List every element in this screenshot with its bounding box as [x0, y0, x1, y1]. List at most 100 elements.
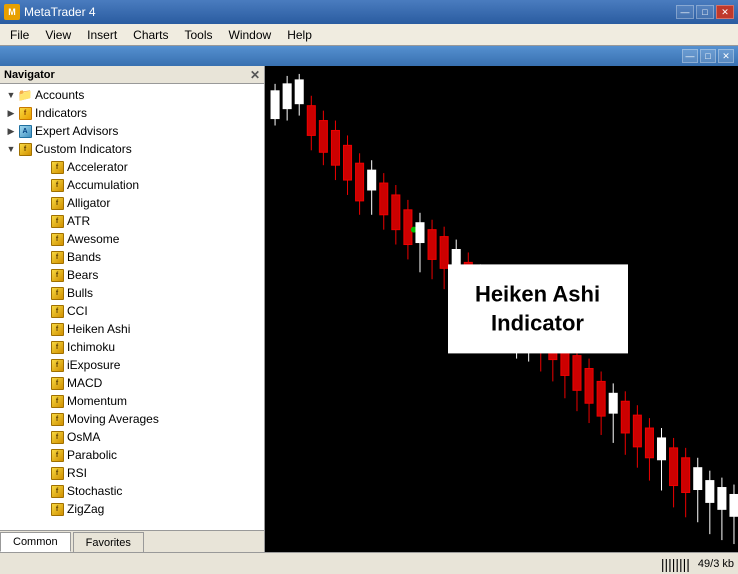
- title-bar-left: M MetaTrader 4: [4, 4, 96, 20]
- chart-label: Heiken Ashi Indicator: [448, 264, 628, 353]
- sub-title-controls: — □ ✕: [682, 49, 734, 63]
- item-icon-accumulation: f: [50, 178, 64, 192]
- nav-item-iexposure[interactable]: fiExposure: [0, 356, 264, 374]
- item-icon-expert-advisors: A: [18, 124, 32, 138]
- item-icon-cci: f: [50, 304, 64, 318]
- nav-item-rsi[interactable]: fRSI: [0, 464, 264, 482]
- navigator-panel: Navigator ✕ ▼📁Accounts▶fIndicators▶AExpe…: [0, 66, 265, 552]
- nav-tab-common[interactable]: Common: [0, 532, 71, 552]
- minimize-button[interactable]: —: [676, 5, 694, 19]
- chart-area: Heiken Ashi Indicator: [265, 66, 738, 552]
- item-label-alligator: Alligator: [67, 196, 110, 210]
- item-icon-ichimoku: f: [50, 340, 64, 354]
- nav-item-osma[interactable]: fOsMA: [0, 428, 264, 446]
- item-icon-alligator: f: [50, 196, 64, 210]
- size-label: 49/3 kb: [698, 558, 734, 570]
- nav-item-bears[interactable]: fBears: [0, 266, 264, 284]
- sub-close-button[interactable]: ✕: [718, 49, 734, 63]
- connection-icon: ||||||||: [661, 556, 690, 572]
- menu-item-file[interactable]: File: [2, 26, 37, 44]
- expand-icon-accounts: ▼: [4, 88, 18, 102]
- item-label-cci: CCI: [67, 304, 88, 318]
- nav-item-parabolic[interactable]: fParabolic: [0, 446, 264, 464]
- chart-label-line1: Heiken Ashi: [468, 280, 608, 309]
- item-label-expert-advisors: Expert Advisors: [35, 124, 118, 138]
- nav-item-awesome[interactable]: fAwesome: [0, 230, 264, 248]
- item-label-atr: ATR: [67, 214, 90, 228]
- menu-bar: FileViewInsertChartsToolsWindowHelp: [0, 24, 738, 46]
- nav-tab-favorites[interactable]: Favorites: [73, 532, 144, 552]
- item-icon-rsi: f: [50, 466, 64, 480]
- item-icon-iexposure: f: [50, 358, 64, 372]
- item-icon-accounts: 📁: [18, 88, 32, 102]
- item-icon-bears: f: [50, 268, 64, 282]
- nav-item-atr[interactable]: fATR: [0, 212, 264, 230]
- item-label-indicators: Indicators: [35, 106, 87, 120]
- menu-item-insert[interactable]: Insert: [79, 26, 125, 44]
- nav-item-heiken-ashi[interactable]: fHeiken Ashi: [0, 320, 264, 338]
- main-content: Navigator ✕ ▼📁Accounts▶fIndicators▶AExpe…: [0, 66, 738, 552]
- item-label-accumulation: Accumulation: [67, 178, 139, 192]
- item-label-bulls: Bulls: [67, 286, 93, 300]
- item-label-awesome: Awesome: [67, 232, 119, 246]
- app-icon: M: [4, 4, 20, 20]
- nav-item-macd[interactable]: fMACD: [0, 374, 264, 392]
- nav-item-moving-averages[interactable]: fMoving Averages: [0, 410, 264, 428]
- nav-item-accounts[interactable]: ▼📁Accounts: [0, 86, 264, 104]
- nav-tree: ▼📁Accounts▶fIndicators▶AExpert Advisors▼…: [0, 84, 264, 530]
- menu-item-tools[interactable]: Tools: [177, 26, 221, 44]
- item-label-parabolic: Parabolic: [67, 448, 117, 462]
- title-bar: M MetaTrader 4 — □ ✕: [0, 0, 738, 24]
- navigator-title: Navigator: [4, 69, 55, 81]
- item-label-heiken-ashi: Heiken Ashi: [67, 322, 130, 336]
- sub-maximize-button[interactable]: □: [700, 49, 716, 63]
- item-icon-zigzag: f: [50, 502, 64, 516]
- item-label-bears: Bears: [67, 268, 98, 282]
- menu-item-charts[interactable]: Charts: [125, 26, 176, 44]
- item-label-ichimoku: Ichimoku: [67, 340, 115, 354]
- title-text: MetaTrader 4: [24, 5, 96, 19]
- item-icon-stochastic: f: [50, 484, 64, 498]
- sub-minimize-button[interactable]: —: [682, 49, 698, 63]
- nav-item-accelerator[interactable]: fAccelerator: [0, 158, 264, 176]
- item-icon-heiken-ashi: f: [50, 322, 64, 336]
- item-icon-custom-indicators: f: [18, 142, 32, 156]
- sub-title-bar: — □ ✕: [0, 46, 738, 66]
- maximize-button[interactable]: □: [696, 5, 714, 19]
- nav-item-expert-advisors[interactable]: ▶AExpert Advisors: [0, 122, 264, 140]
- nav-item-bands[interactable]: fBands: [0, 248, 264, 266]
- nav-item-accumulation[interactable]: fAccumulation: [0, 176, 264, 194]
- nav-item-custom-indicators[interactable]: ▼fCustom Indicators: [0, 140, 264, 158]
- item-icon-bulls: f: [50, 286, 64, 300]
- navigator-close-button[interactable]: ✕: [250, 68, 260, 82]
- item-icon-momentum: f: [50, 394, 64, 408]
- item-icon-indicators: f: [18, 106, 32, 120]
- nav-item-momentum[interactable]: fMomentum: [0, 392, 264, 410]
- nav-item-stochastic[interactable]: fStochastic: [0, 482, 264, 500]
- expand-icon-custom-indicators: ▼: [4, 142, 18, 156]
- nav-item-ichimoku[interactable]: fIchimoku: [0, 338, 264, 356]
- navigator-header: Navigator ✕: [0, 66, 264, 84]
- item-label-osma: OsMA: [67, 430, 100, 444]
- item-label-macd: MACD: [67, 376, 102, 390]
- menu-item-window[interactable]: Window: [221, 26, 280, 44]
- menu-item-help[interactable]: Help: [279, 26, 320, 44]
- nav-item-zigzag[interactable]: fZigZag: [0, 500, 264, 518]
- close-button[interactable]: ✕: [716, 5, 734, 19]
- chart-label-line2: Indicator: [468, 309, 608, 338]
- item-label-accelerator: Accelerator: [67, 160, 128, 174]
- nav-item-indicators[interactable]: ▶fIndicators: [0, 104, 264, 122]
- item-icon-accelerator: f: [50, 160, 64, 174]
- nav-item-bulls[interactable]: fBulls: [0, 284, 264, 302]
- nav-item-alligator[interactable]: fAlligator: [0, 194, 264, 212]
- item-icon-parabolic: f: [50, 448, 64, 462]
- item-label-moving-averages: Moving Averages: [67, 412, 159, 426]
- item-icon-macd: f: [50, 376, 64, 390]
- item-label-rsi: RSI: [67, 466, 87, 480]
- menu-item-view[interactable]: View: [37, 26, 79, 44]
- nav-item-cci[interactable]: fCCI: [0, 302, 264, 320]
- item-label-bands: Bands: [67, 250, 101, 264]
- nav-list: ▼📁Accounts▶fIndicators▶AExpert Advisors▼…: [0, 84, 264, 530]
- item-label-custom-indicators: Custom Indicators: [35, 142, 132, 156]
- item-icon-moving-averages: f: [50, 412, 64, 426]
